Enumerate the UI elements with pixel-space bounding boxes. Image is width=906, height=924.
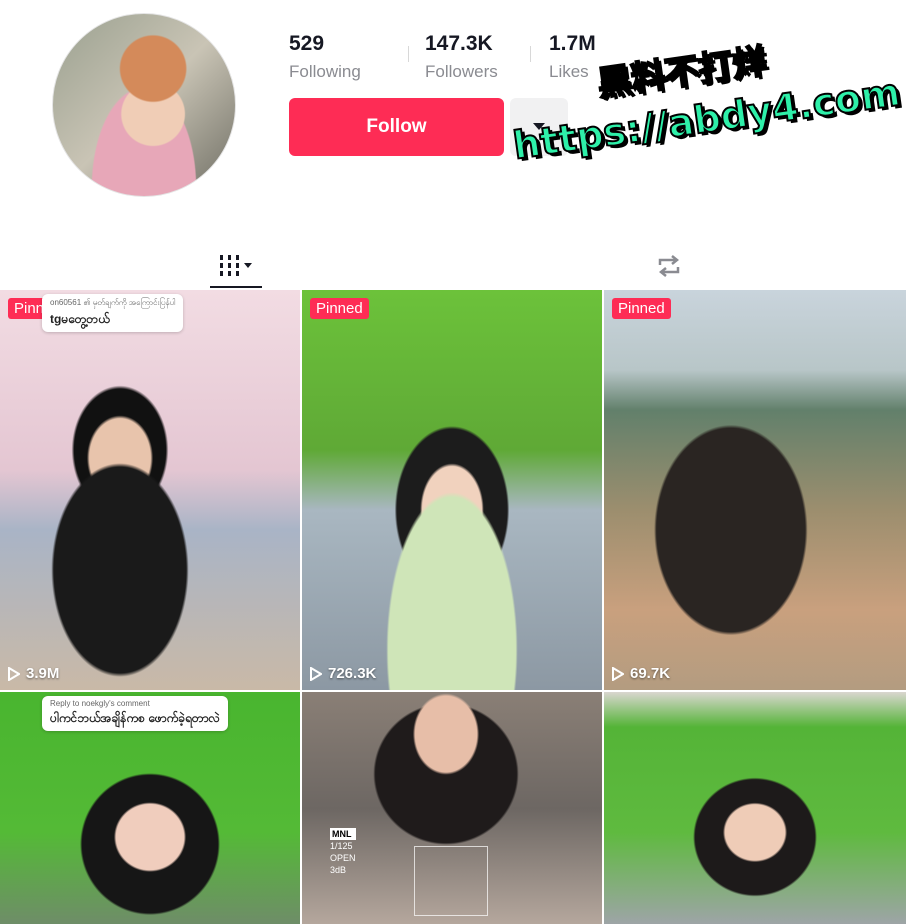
camera-shutter: 1/125	[330, 841, 353, 851]
view-count-text: 726.3K	[328, 665, 377, 682]
play-icon	[310, 666, 322, 681]
play-icon	[612, 666, 624, 681]
reply-comment-sticker: on60561 ၏ မှတ်ချက်ကို အကြောင်းပြန်ပါ tgမ…	[42, 294, 184, 332]
repost-icon	[658, 255, 680, 277]
view-count: 726.3K	[310, 665, 376, 682]
watermark: 黑料不打烊 https://abdy4.com	[500, 0, 906, 179]
stat-divider	[408, 46, 409, 62]
focus-frame	[414, 846, 488, 916]
video-thumbnail[interactable]: MNL 1/125 OPEN 3dB	[302, 692, 602, 924]
view-count: 3.9M	[8, 665, 59, 682]
followers-count: 147.3K	[425, 32, 493, 55]
profile-avatar[interactable]	[52, 13, 236, 197]
tab-videos[interactable]	[210, 244, 262, 288]
play-icon	[8, 666, 20, 681]
video-thumbnail[interactable]: Pinned 69.7K	[604, 290, 906, 690]
video-grid: Pinned on60561 ၏ မှတ်ချက်ကို အကြောင်းပြန…	[0, 290, 906, 924]
following-label: Following	[289, 62, 361, 81]
stat-followers[interactable]: 147.3K Followers	[425, 32, 498, 82]
tab-reposts[interactable]	[645, 244, 693, 288]
comment-text: ပါကင်ဘယ်အချိန်ကစ ဖောက်ခဲ့ရတာလဲ	[50, 711, 220, 725]
video-thumbnail[interactable]: Pinned 726.3K	[302, 290, 602, 690]
camera-overlay: MNL 1/125 OPEN 3dB	[330, 828, 356, 876]
video-thumbnail[interactable]: Reply to noekgly's comment ပါကင်ဘယ်အချိန…	[0, 692, 300, 924]
camera-aperture: OPEN	[330, 853, 356, 863]
reply-comment-sticker: Reply to noekgly's comment ပါကင်ဘယ်အချိန…	[42, 696, 228, 731]
video-thumbnail[interactable]	[604, 692, 906, 924]
pinned-badge: Pinned	[310, 298, 369, 319]
view-count: 69.7K	[612, 665, 670, 682]
camera-gain: 3dB	[330, 865, 347, 875]
video-thumbnail[interactable]: Pinned on60561 ၏ မှတ်ချက်ကို အကြောင်းပြန…	[0, 290, 300, 690]
view-count-text: 3.9M	[26, 665, 60, 682]
following-count: 529	[289, 32, 325, 55]
comment-meta: on60561 ၏ မှတ်ချက်ကို အကြောင်းပြန်ပါ	[50, 298, 176, 307]
view-count-text: 69.7K	[630, 665, 671, 682]
comment-meta: Reply to noekgly's comment	[50, 699, 150, 708]
followers-label: Followers	[425, 62, 498, 81]
follow-button[interactable]: Follow	[289, 98, 504, 156]
stat-following[interactable]: 529 Following	[289, 32, 361, 82]
camera-mode: MNL	[330, 828, 356, 840]
comment-text: tgမတွေ့တယ်	[50, 312, 110, 326]
pinned-badge: Pinned	[612, 298, 671, 319]
grid-icon	[220, 255, 252, 276]
